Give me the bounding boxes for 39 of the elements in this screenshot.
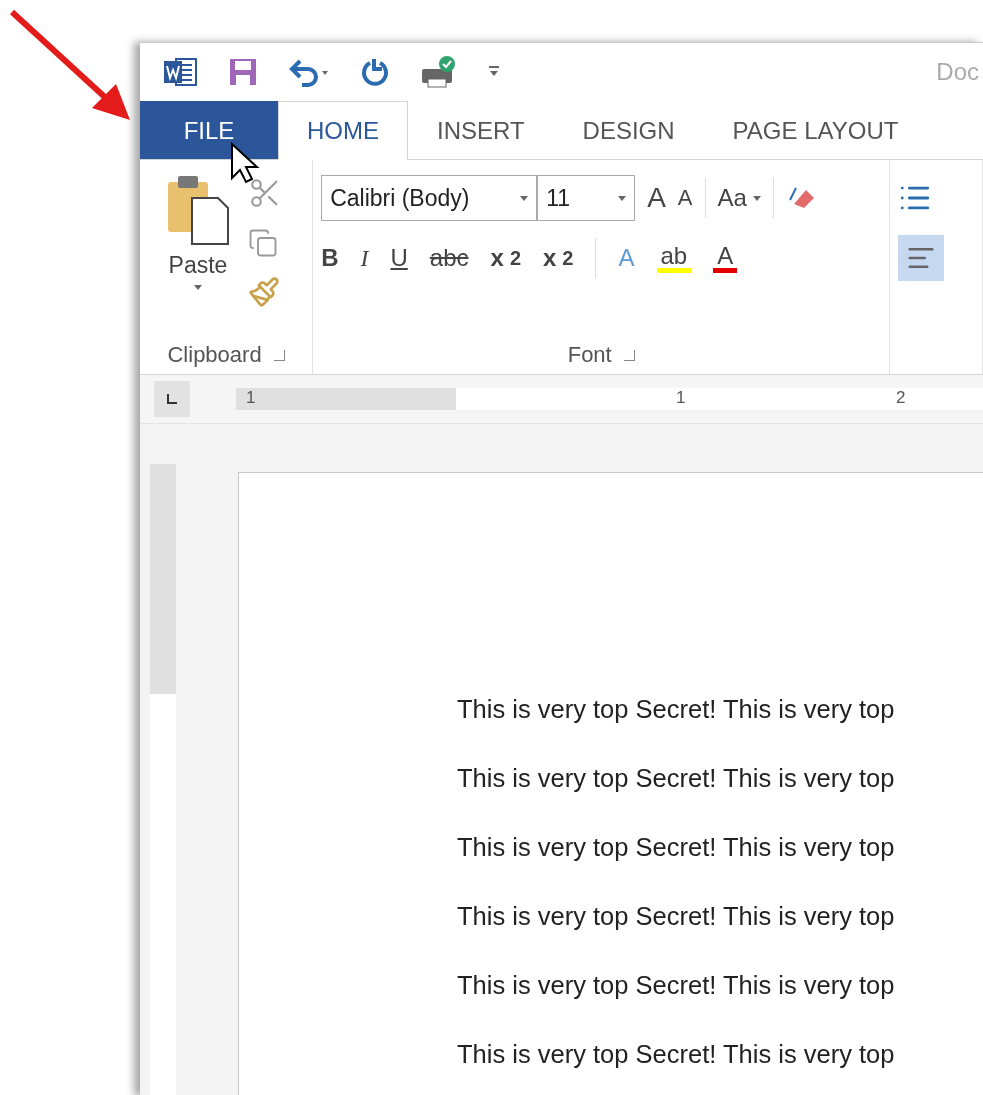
tab-selector[interactable] xyxy=(154,381,190,417)
document-line: This is very top Secret! This is very top xyxy=(457,1039,896,1070)
ribbon-tab[interactable]: HOME xyxy=(278,101,408,160)
ruler-number: 2 xyxy=(896,388,906,408)
shrink-font-button[interactable]: A xyxy=(677,185,693,211)
document-line: This is very top Secret! This is very top xyxy=(457,763,896,794)
mouse-cursor-icon xyxy=(230,142,260,184)
change-case-button[interactable]: Aa xyxy=(717,184,761,212)
format-button[interactable]: I xyxy=(360,244,369,272)
window-title: Doc xyxy=(936,58,979,86)
font-name-dropdown[interactable]: Calibri (Body) xyxy=(321,175,538,221)
clipboard-icon xyxy=(166,174,230,246)
paste-button[interactable]: Paste xyxy=(148,168,248,342)
save-icon[interactable] xyxy=(228,57,258,87)
word-logo-icon[interactable] xyxy=(164,57,198,87)
file-tab[interactable]: FILE xyxy=(140,101,278,159)
ruler-number: 1 xyxy=(676,388,686,408)
group-label: Font xyxy=(567,342,612,368)
document-line: This is very top Secret! This is very top xyxy=(457,901,896,932)
font-color-button[interactable]: A xyxy=(713,243,738,273)
dialog-launcher-icon[interactable] xyxy=(623,349,635,361)
highlight-button[interactable]: ab xyxy=(656,243,692,273)
document-line: This is very top Secret! This is very top xyxy=(457,832,896,863)
printer-icon[interactable] xyxy=(420,55,458,89)
horizontal-ruler[interactable]: 1 1 2 xyxy=(236,388,983,410)
ruler-number: 1 xyxy=(246,388,256,408)
dialog-launcher-icon[interactable] xyxy=(273,349,285,361)
format-button[interactable]: U xyxy=(390,244,408,272)
document-line: This is very top Secret! This is very top xyxy=(457,694,896,725)
copy-icon[interactable] xyxy=(248,228,278,258)
group-label: Clipboard xyxy=(167,342,262,368)
align-left-button[interactable] xyxy=(898,235,945,281)
format-button[interactable]: B xyxy=(321,244,339,272)
font-size-dropdown[interactable]: 11 xyxy=(537,175,636,221)
grow-font-button[interactable]: A xyxy=(647,182,666,214)
document-line: This is very top Secret! This is very top xyxy=(457,970,896,1001)
undo-icon[interactable] xyxy=(288,57,330,87)
format-button[interactable]: abc xyxy=(429,244,469,272)
tab-stop-icon xyxy=(166,393,178,405)
